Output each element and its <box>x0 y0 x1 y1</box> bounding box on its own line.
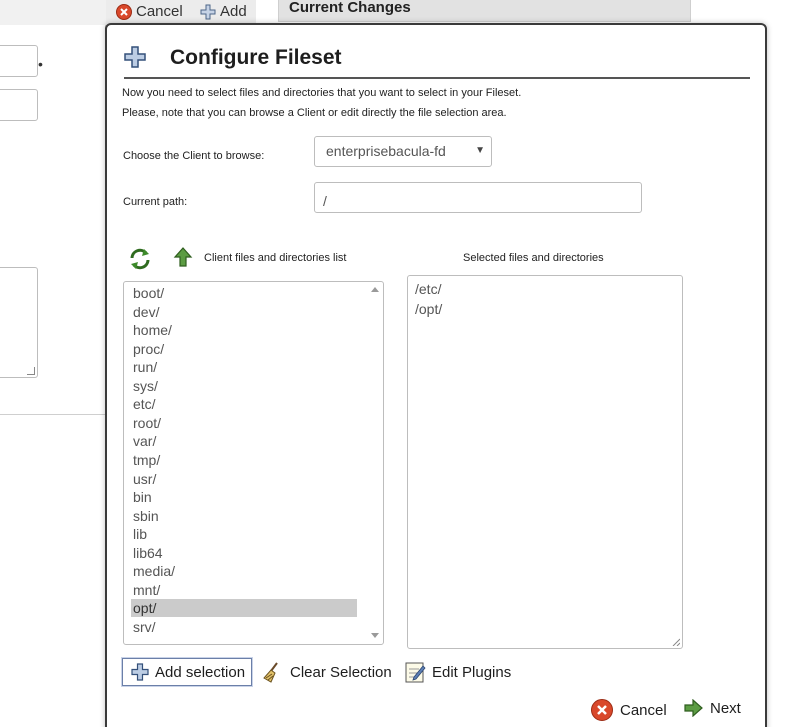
background-input[interactable] <box>0 89 38 121</box>
configure-fileset-dialog: Configure Fileset Now you need to select… <box>105 23 767 727</box>
file-list-item[interactable]: mnt/ <box>131 581 357 599</box>
file-list-item[interactable]: opt/ <box>131 599 357 618</box>
file-list-item[interactable]: lib64 <box>131 544 357 562</box>
file-list-item[interactable]: tmp/ <box>131 451 357 469</box>
background-strip <box>0 0 106 25</box>
background-input[interactable] <box>0 45 38 77</box>
next-arrow-icon <box>684 699 703 717</box>
file-list-item[interactable]: sbin <box>131 507 357 525</box>
cancel-label: Cancel <box>620 701 667 719</box>
file-list-item[interactable]: usr/ <box>131 470 357 488</box>
client-label: Choose the Client to browse: <box>123 150 265 162</box>
add-selection-button[interactable]: Add selection <box>122 658 252 686</box>
file-list-item[interactable]: boot/ <box>131 284 357 302</box>
current-path-input[interactable] <box>314 182 642 213</box>
client-select[interactable]: enterprisebacula-fd ▼ <box>314 136 492 167</box>
dialog-title: Configure Fileset <box>170 46 342 69</box>
clear-selection-label: Clear Selection <box>290 663 392 681</box>
broom-icon <box>263 662 278 683</box>
selected-files-area[interactable]: /etc/ /opt/ <box>407 275 683 649</box>
file-list-item[interactable]: sys/ <box>131 377 357 395</box>
selected-list-item: /etc/ <box>415 281 442 297</box>
add-selection-label: Add selection <box>155 663 246 681</box>
path-label: Current path: <box>123 196 188 208</box>
file-list-item[interactable]: var/ <box>131 432 357 450</box>
background-cancel-button[interactable]: Cancel <box>116 3 183 20</box>
background-cancel-label: Cancel <box>136 3 183 20</box>
intro-note: Please, note that you can browse a Clien… <box>122 107 507 119</box>
client-select-value: enterprisebacula-fd <box>326 143 446 159</box>
file-list-item[interactable]: dev/ <box>131 303 357 321</box>
file-list-item[interactable]: media/ <box>131 562 357 580</box>
file-list-item[interactable]: etc/ <box>131 395 357 413</box>
file-list-item[interactable]: lib <box>131 525 357 543</box>
refresh-icon[interactable] <box>127 246 153 272</box>
dialog-title-bar: Configure Fileset <box>124 43 750 79</box>
up-arrow-icon[interactable] <box>173 246 193 268</box>
file-list-item[interactable]: bin <box>131 488 357 506</box>
chevron-down-icon: ▼ <box>475 145 485 156</box>
plus-icon <box>124 46 146 68</box>
page: • Cancel Add Current Changes Configure F… <box>0 0 795 727</box>
file-list-item[interactable]: root/ <box>131 414 357 432</box>
resize-grip-icon[interactable] <box>672 638 680 646</box>
scroll-up-arrow[interactable] <box>371 287 379 292</box>
edit-plugins-label: Edit Plugins <box>432 663 512 681</box>
edit-plugins-button[interactable]: Edit Plugins <box>404 658 512 686</box>
selected-list-item: /opt/ <box>415 301 443 317</box>
selected-files-caption: Selected files and directories <box>463 252 604 264</box>
cancel-button[interactable]: Cancel <box>591 699 667 721</box>
background-add-label: Add <box>220 3 247 20</box>
scrollbar[interactable] <box>367 282 383 644</box>
client-files-caption: Client files and directories list <box>204 252 347 264</box>
clear-selection-button[interactable]: Clear Selection <box>262 658 392 686</box>
background-required-mark: • <box>38 56 43 72</box>
background-add-button[interactable]: Add <box>200 3 247 20</box>
client-files-list[interactable]: boot/dev/home/proc/run/sys/etc/root/var/… <box>123 281 384 645</box>
edit-icon <box>405 662 426 683</box>
plus-icon <box>200 4 216 19</box>
cancel-icon <box>591 699 613 721</box>
file-list-item[interactable]: proc/ <box>131 340 357 358</box>
file-list-item[interactable]: home/ <box>131 321 357 339</box>
current-changes-header: Current Changes <box>278 0 691 22</box>
next-label: Next <box>710 699 741 717</box>
current-changes-title: Current Changes <box>289 0 411 16</box>
intro-text: Now you need to select files and directo… <box>122 87 522 99</box>
plus-icon <box>131 663 149 681</box>
background-textarea[interactable] <box>0 267 38 378</box>
scroll-down-arrow[interactable] <box>371 633 379 638</box>
file-list-item[interactable]: srv/ <box>131 618 357 636</box>
next-button[interactable]: Next <box>683 699 741 717</box>
cancel-icon <box>116 3 132 20</box>
selected-items: /etc/ /opt/ <box>415 280 682 320</box>
file-list-item[interactable]: run/ <box>131 358 357 376</box>
